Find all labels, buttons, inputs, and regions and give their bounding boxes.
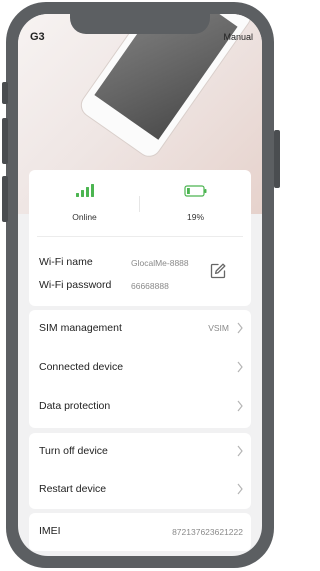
power-button	[274, 130, 280, 188]
signal-bar	[90, 184, 94, 197]
volume-down-button	[2, 176, 8, 222]
data-protection-row[interactable]: Data protection	[29, 388, 251, 426]
manual-link[interactable]: Manual	[223, 32, 253, 42]
chevron-right-icon	[237, 361, 243, 373]
wifi-name-value: GlocalMe-8888	[131, 258, 189, 268]
device-title: G3	[30, 31, 45, 43]
wifi-password-label: Wi-Fi password	[39, 279, 112, 291]
signal-label: Online	[72, 212, 97, 222]
sim-management-row[interactable]: SIM management VSIM	[29, 310, 251, 348]
restart-device-row[interactable]: Restart device	[29, 471, 251, 509]
volume-up-button	[2, 118, 8, 164]
battery-label: 19%	[186, 212, 204, 222]
battery-status: 19%	[140, 184, 251, 222]
divider	[37, 236, 243, 237]
status-card: Online 19% Wi-Fi name GlocalMe-8888 Wi-F…	[29, 170, 251, 306]
chevron-right-icon	[237, 445, 243, 457]
signal-status: Online	[29, 184, 140, 222]
imei-label: IMEI	[39, 525, 61, 537]
turn-off-device-label: Turn off device	[39, 445, 108, 457]
imei-card: IMEI 872137623621222	[29, 513, 251, 551]
side-button	[2, 82, 8, 104]
signal-icon	[75, 184, 94, 197]
signal-bar	[85, 187, 89, 197]
sim-management-value: VSIM	[208, 323, 229, 333]
data-protection-label: Data protection	[39, 400, 111, 412]
imei-value: 872137623621222	[172, 527, 243, 537]
wifi-password-value: 66668888	[131, 281, 169, 291]
restart-device-label: Restart device	[39, 483, 107, 495]
edit-icon[interactable]	[209, 262, 227, 280]
notch	[70, 14, 210, 34]
turn-off-device-row[interactable]: Turn off device	[29, 433, 251, 471]
chevron-right-icon	[237, 400, 243, 412]
connected-device-row[interactable]: Connected device	[29, 349, 251, 387]
device-actions-card: Turn off device Restart device	[29, 433, 251, 509]
chevron-right-icon	[237, 322, 243, 334]
wifi-name-label: Wi-Fi name	[39, 256, 93, 268]
connected-device-label: Connected device	[39, 361, 124, 373]
screen: G3 Manual Online 19% Wi-Fi name GlocalMe…	[18, 14, 262, 556]
chevron-right-icon	[237, 483, 243, 495]
battery-icon	[183, 185, 206, 197]
sim-management-label: SIM management	[39, 322, 122, 334]
signal-bar	[75, 193, 79, 197]
settings-card: SIM management VSIM Connected device Dat…	[29, 310, 251, 428]
signal-bar	[80, 190, 84, 197]
